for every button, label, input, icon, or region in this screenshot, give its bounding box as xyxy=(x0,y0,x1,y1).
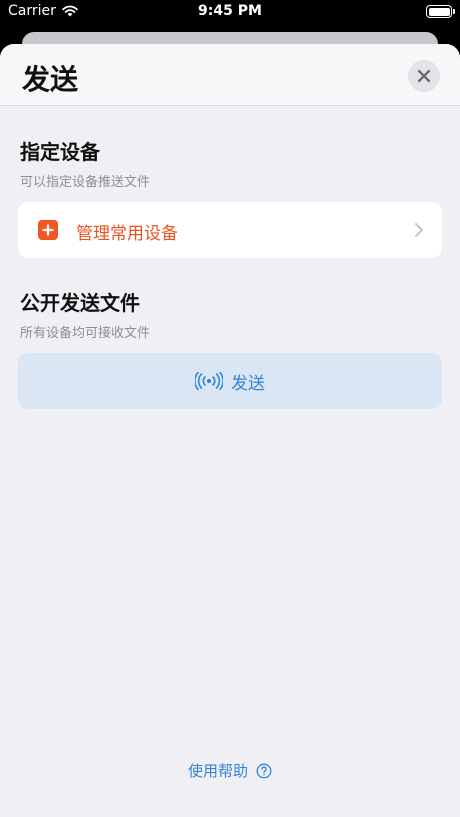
close-button[interactable] xyxy=(408,60,440,92)
designated-section-title: 指定设备 xyxy=(20,140,100,164)
public-send-section-title: 公开发送文件 xyxy=(20,291,140,315)
help-link[interactable]: 使用帮助 xyxy=(0,760,460,781)
chevron-right-icon xyxy=(415,223,423,237)
send-button[interactable]: 发送 xyxy=(18,353,442,409)
help-label: 使用帮助 xyxy=(187,762,248,780)
battery-icon xyxy=(426,5,455,18)
close-icon xyxy=(417,69,431,83)
broadcast-icon xyxy=(195,372,223,390)
designated-section-subtitle: 可以指定设备推送文件 xyxy=(20,175,151,190)
add-icon xyxy=(38,220,58,240)
sheet-header: 发送 xyxy=(0,44,460,106)
question-circle-icon xyxy=(256,763,272,778)
send-button-label: 发送 xyxy=(231,373,265,394)
manage-devices-label: 管理常用设备 xyxy=(76,224,178,244)
sheet-title: 发送 xyxy=(22,63,79,96)
send-sheet: 发送 指定设备 可以指定设备推送文件 管理常用设备 公开发送文件 所有设备均可接… xyxy=(0,44,460,817)
status-time: 9:45 PM xyxy=(198,3,262,19)
manage-devices-row[interactable]: 管理常用设备 xyxy=(18,202,442,258)
status-bar: Carrier 9:45 PM xyxy=(0,0,460,24)
public-send-section-subtitle: 所有设备均可接收文件 xyxy=(20,326,151,341)
